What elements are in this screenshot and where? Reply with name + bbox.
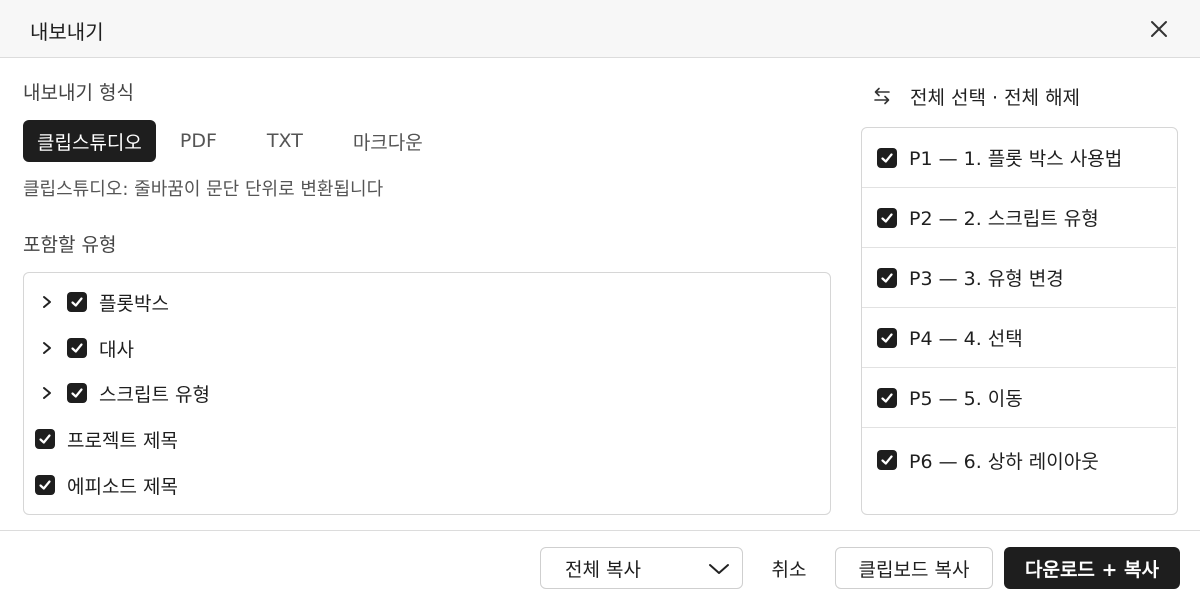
type-checkbox[interactable] [35,475,55,495]
select-all-toggle[interactable]: 전체 선택 · 전체 해제 [872,82,1080,110]
download-copy-button[interactable]: 다운로드 + 복사 [1004,547,1180,589]
page-item-label: P4 — 4. 선택 [909,328,1023,350]
check-icon [881,152,893,163]
chevron-down-icon [708,558,730,580]
check-icon [881,392,893,403]
type-item-episode-title: 에피소드 제목 [35,470,178,500]
type-item-label: 에피소드 제목 [67,475,178,498]
page-item[interactable]: P2 — 2. 스크립트 유형 [862,188,1176,248]
check-icon [71,297,83,307]
format-section-label: 내보내기 형식 [23,82,134,104]
expand-toggle[interactable] [37,383,57,403]
format-tabs: 클립스튜디오 PDF TXT 마크다운 [23,120,459,162]
page-item[interactable]: P3 — 3. 유형 변경 [862,248,1176,308]
tab-markdown[interactable]: 마크다운 [339,120,437,162]
check-icon [881,212,893,223]
chevron-right-icon [43,342,51,354]
check-icon [71,388,83,398]
page-checkbox[interactable] [877,387,897,408]
type-item-label: 프로젝트 제목 [67,429,178,452]
page-item-label: P1 — 1. 플롯 박스 사용법 [909,148,1123,170]
check-icon [881,332,893,343]
type-checkbox[interactable] [67,292,87,312]
page-item[interactable]: P4 — 4. 선택 [862,308,1176,368]
expand-toggle[interactable] [37,292,57,312]
type-item-script-type: 스크립트 유형 [37,378,210,408]
page-item-label: P6 — 6. 상하 레이아웃 [909,450,1099,473]
type-checkbox[interactable] [67,338,87,358]
check-icon [881,272,893,283]
tab-txt[interactable]: TXT [253,120,317,162]
type-item-label: 대사 [99,338,134,361]
dialog-title: 내보내기 [30,20,104,44]
type-item-label: 플롯박스 [99,292,169,315]
copy-mode-value: 전체 복사 [565,558,641,581]
pages-list: P1 — 1. 플롯 박스 사용법 P2 — 2. 스크립트 유형 P3 — 3… [861,127,1178,515]
close-button[interactable] [1144,14,1174,44]
expand-toggle[interactable] [37,338,57,358]
page-item[interactable]: P5 — 5. 이동 [862,368,1176,428]
select-all-label: 전체 선택 · 전체 해제 [910,86,1081,109]
type-checkbox[interactable] [67,383,87,403]
check-icon [39,480,51,490]
cancel-button[interactable]: 취소 [758,547,820,589]
page-checkbox[interactable] [877,147,897,168]
type-item-dialogue: 대사 [37,333,134,363]
chevron-right-icon [43,387,51,399]
page-checkbox[interactable] [877,207,897,228]
check-icon [39,434,51,444]
page-item-label: P3 — 3. 유형 변경 [909,268,1064,290]
type-item-plotbox: 플롯박스 [37,287,169,317]
page-item[interactable]: P1 — 1. 플롯 박스 사용법 [862,128,1176,188]
check-icon [881,455,893,465]
dialog-header: 내보내기 [0,0,1200,58]
copy-mode-select[interactable]: 전체 복사 [540,547,743,589]
page-item-label: P2 — 2. 스크립트 유형 [909,208,1099,230]
page-checkbox[interactable] [877,450,897,470]
page-item-label: P5 — 5. 이동 [909,388,1023,410]
page-checkbox[interactable] [877,327,897,348]
tab-pdf[interactable]: PDF [166,120,231,162]
type-checkbox[interactable] [35,429,55,449]
page-checkbox[interactable] [877,267,897,288]
swap-icon [872,86,892,106]
type-item-label: 스크립트 유형 [99,383,210,406]
close-icon [1151,21,1167,37]
check-icon [71,343,83,353]
page-item[interactable]: P6 — 6. 상하 레이아웃 [862,430,1176,490]
type-item-project-title: 프로젝트 제목 [35,424,178,454]
tab-clipstudio[interactable]: 클립스튜디오 [23,120,156,162]
types-section-label: 포함할 유형 [23,234,117,256]
format-description: 클립스튜디오: 줄바꿈이 문단 단위로 변환됩니다 [23,179,384,200]
chevron-right-icon [43,296,51,308]
clipboard-copy-button[interactable]: 클립보드 복사 [835,547,993,589]
